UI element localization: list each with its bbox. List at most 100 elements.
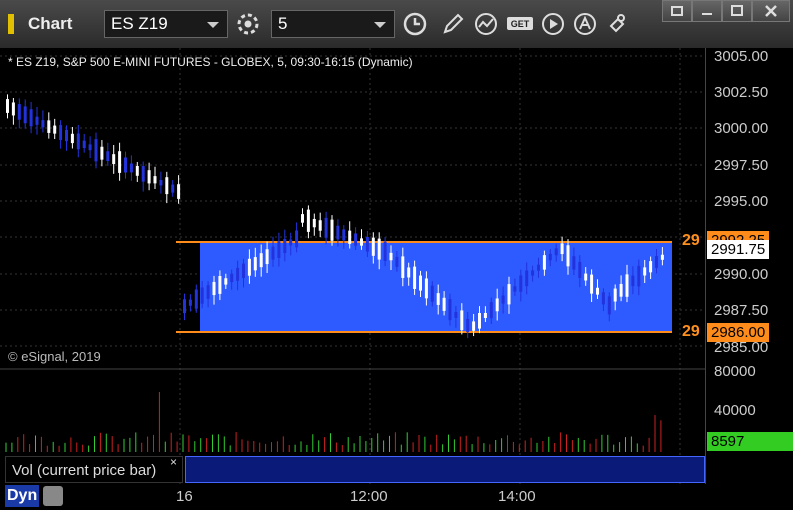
candle-body xyxy=(65,129,68,142)
lock-icon[interactable] xyxy=(43,486,63,506)
symbol-value: ES Z19 xyxy=(111,14,168,33)
price-tick: 2997.50 xyxy=(714,157,769,174)
candle-body xyxy=(448,299,452,321)
candle-body xyxy=(141,166,145,182)
candle-body xyxy=(637,265,641,287)
candle-body xyxy=(389,252,393,261)
candle-body xyxy=(35,116,39,125)
candle-body xyxy=(537,264,540,271)
candle-body xyxy=(483,312,487,318)
settings-button[interactable] xyxy=(233,9,263,39)
price-tick: 2987.50 xyxy=(714,302,769,319)
draw-button[interactable] xyxy=(438,9,468,39)
candle-body xyxy=(247,258,251,276)
volume-close-button[interactable]: × xyxy=(170,455,177,469)
price-chart[interactable] xyxy=(0,48,705,484)
price-tick: 3000.00 xyxy=(714,120,769,137)
candle-body xyxy=(354,233,358,246)
candle-body xyxy=(147,170,151,184)
candle-body xyxy=(495,298,499,312)
volume-value-label: 8597 xyxy=(707,432,793,451)
candle-body xyxy=(430,285,434,302)
candle-body xyxy=(165,177,169,195)
interval-dropdown[interactable]: 5 xyxy=(271,10,395,38)
current-price-label: 2991.75 xyxy=(707,240,770,259)
chevron-down-icon xyxy=(374,22,386,28)
window-max-button[interactable] xyxy=(722,0,752,22)
candle-body xyxy=(53,125,57,134)
candle-body xyxy=(572,256,576,270)
symbol-dropdown[interactable]: ES Z19 xyxy=(104,10,228,38)
clock-icon xyxy=(403,12,427,36)
candle-body xyxy=(501,295,505,304)
candle-body xyxy=(660,254,664,260)
candle-body xyxy=(253,257,257,271)
minimize-icon xyxy=(702,13,712,15)
candle-body xyxy=(566,245,570,267)
candle-body xyxy=(548,253,552,261)
candle-body xyxy=(295,230,299,248)
candle-body xyxy=(466,318,470,333)
range-box xyxy=(200,242,672,332)
candle-body xyxy=(419,275,422,291)
price-tick: 2990.00 xyxy=(714,266,769,283)
play-icon xyxy=(542,13,564,35)
candle-body xyxy=(100,146,104,160)
candle-body xyxy=(472,321,476,331)
link-button[interactable] xyxy=(603,9,633,39)
price-tick: 2995.00 xyxy=(714,193,769,210)
candle-body xyxy=(625,274,629,297)
svg-text:GET: GET xyxy=(511,19,530,29)
window-min-button[interactable] xyxy=(692,0,722,22)
volume-tick: 40000 xyxy=(714,402,756,419)
candle-body xyxy=(631,275,635,287)
candle-body xyxy=(277,241,281,258)
candle-body xyxy=(407,267,411,278)
candle-body xyxy=(82,140,86,149)
candle-body xyxy=(542,255,546,270)
time-button[interactable] xyxy=(400,9,430,39)
studies-button[interactable] xyxy=(472,9,502,39)
interval-value: 5 xyxy=(278,14,288,33)
candle-body xyxy=(124,157,127,173)
play-button[interactable] xyxy=(538,9,568,39)
candle-body xyxy=(330,219,334,241)
candle-body xyxy=(619,283,623,297)
candle-body xyxy=(649,261,653,273)
alert-button[interactable] xyxy=(570,9,600,39)
candle-body xyxy=(460,310,464,331)
candle-body xyxy=(206,285,210,299)
candle-body xyxy=(88,144,92,151)
candle-body xyxy=(242,263,245,279)
gear-icon xyxy=(237,13,259,35)
time-axis[interactable] xyxy=(0,484,793,510)
price-tick: 3005.00 xyxy=(714,48,769,65)
volume-study-label: Vol (current price bar) xyxy=(5,456,183,483)
candle-body xyxy=(454,312,458,318)
price-axis[interactable]: 3005.00 3002.50 3000.00 2997.50 2995.00 … xyxy=(705,48,793,484)
copyright-text: © eSignal, 2019 xyxy=(8,349,101,364)
candle-body xyxy=(607,296,611,315)
price-tick: 3002.50 xyxy=(714,84,769,101)
candle-body xyxy=(59,125,63,140)
candle-body xyxy=(153,176,157,184)
candle-body xyxy=(584,273,588,281)
candle-body xyxy=(23,106,27,124)
range-low-side-label: 29 xyxy=(682,323,700,340)
window-restore-button[interactable] xyxy=(662,0,692,22)
get-button[interactable]: GET xyxy=(505,9,535,39)
candle-body xyxy=(47,120,51,133)
candle-body xyxy=(525,270,529,287)
chevron-down-icon xyxy=(207,22,219,28)
candle-body xyxy=(436,293,440,305)
candle-body xyxy=(318,220,322,231)
toolbar: Chart ES Z19 5 GET xyxy=(0,0,793,49)
candle-body xyxy=(230,273,234,283)
window-close-button[interactable] xyxy=(752,0,790,22)
candle-body xyxy=(301,214,304,223)
candle-body xyxy=(271,246,275,260)
study-chart-icon xyxy=(475,13,497,35)
candle-body xyxy=(94,139,98,162)
candle-body xyxy=(188,299,192,306)
dynamic-mode-button[interactable]: Dyn xyxy=(5,485,40,507)
